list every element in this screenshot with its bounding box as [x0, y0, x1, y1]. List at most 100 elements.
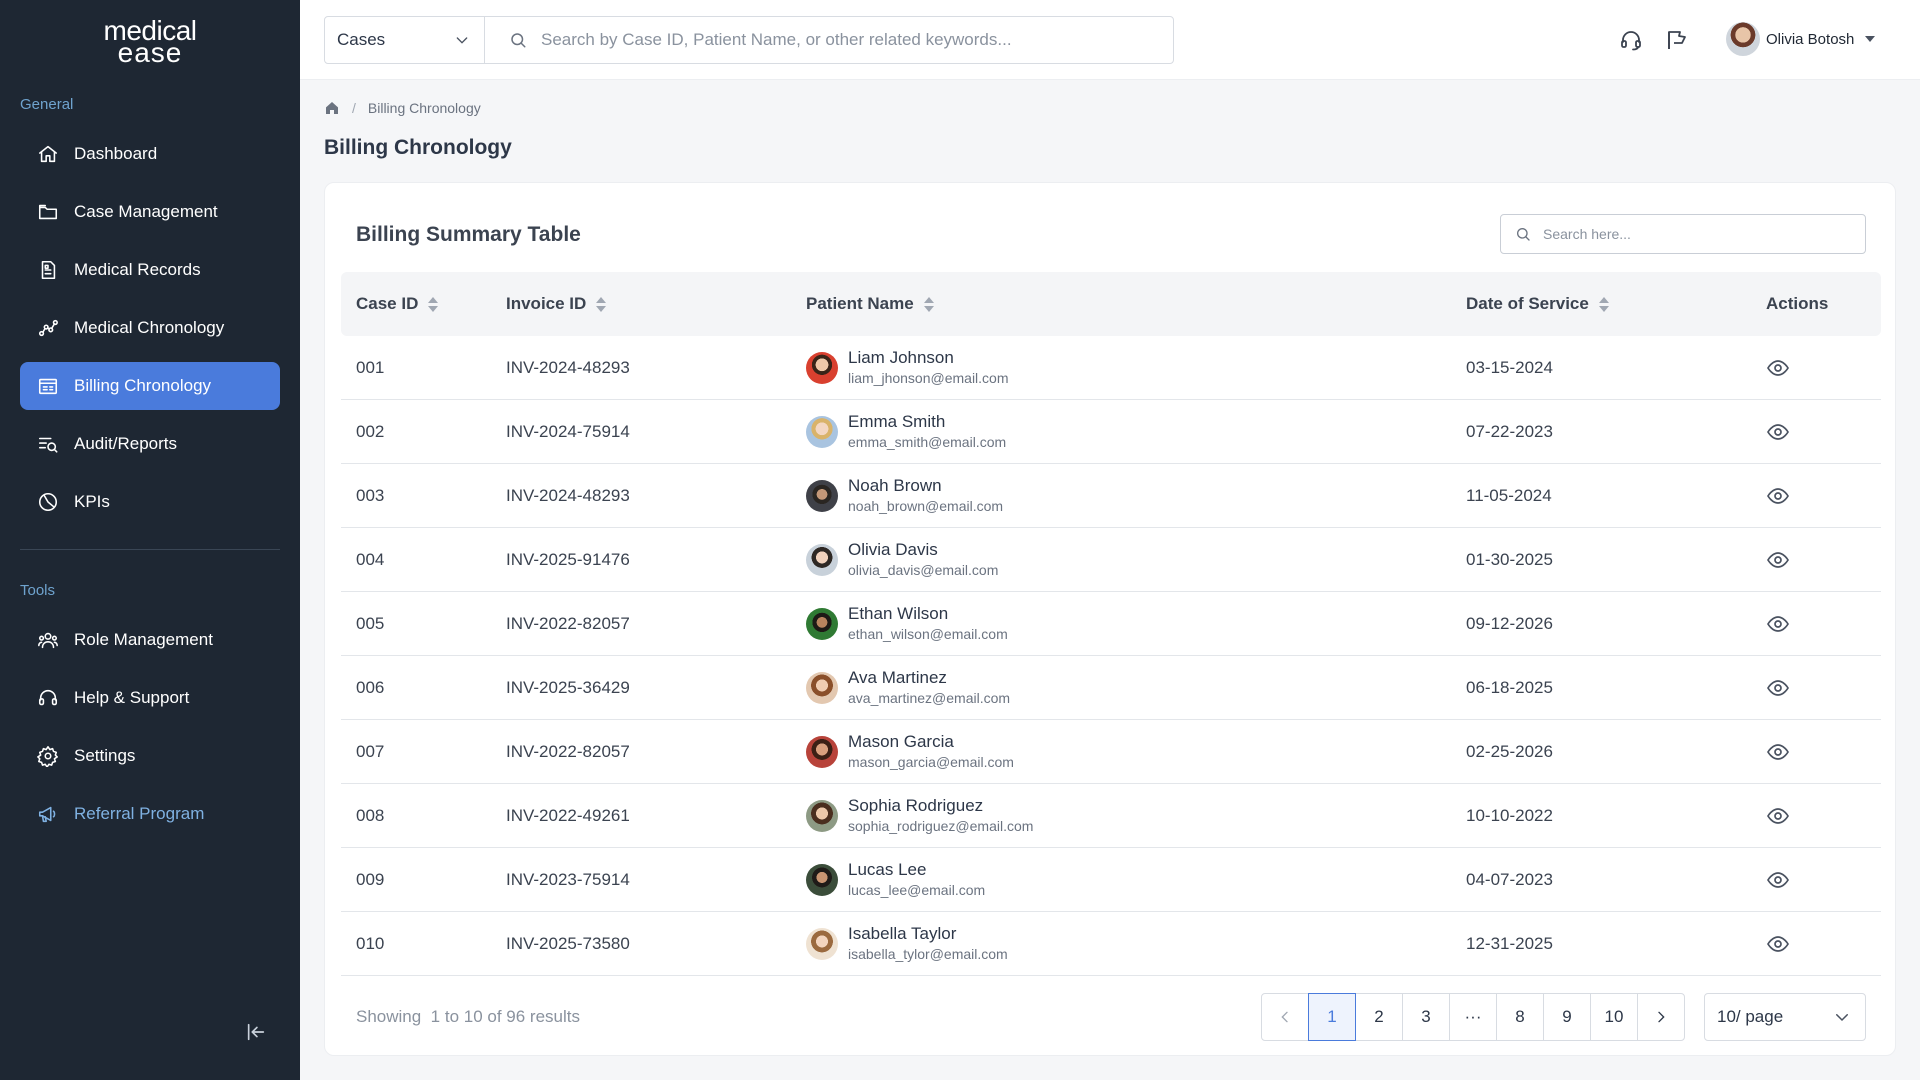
- chevron-down-icon: [1836, 1014, 1848, 1022]
- patient-email: olivia_davis@email.com: [848, 561, 999, 578]
- column-header-invoice-id[interactable]: Invoice ID: [506, 272, 607, 336]
- table-row: 009 INV-2023-75914 Lucas Lee lucas_lee@e…: [341, 848, 1881, 912]
- collapse-left-icon: [247, 1023, 265, 1041]
- patient-cell: Sophia Rodriguez sophia_rodriguez@email.…: [806, 784, 1033, 847]
- next-page-button[interactable]: [1637, 993, 1685, 1041]
- page-size-select[interactable]: 10/ page: [1704, 993, 1866, 1041]
- view-button[interactable]: [1766, 804, 1790, 828]
- patient-cell: Ava Martinez ava_martinez@email.com: [806, 656, 1010, 719]
- page-button[interactable]: 3: [1402, 993, 1450, 1041]
- sidebar-item-label: Settings: [74, 746, 136, 765]
- sidebar-item-audit-reports[interactable]: Audit/Reports: [20, 420, 280, 468]
- table-row: 010 INV-2025-73580 Isabella Taylor isabe…: [341, 912, 1881, 976]
- prev-page-button[interactable]: [1261, 993, 1309, 1041]
- patient-name: Sophia Rodriguez: [848, 795, 984, 815]
- sidebar-item-settings[interactable]: Settings: [20, 732, 280, 780]
- gear-icon: [37, 746, 58, 767]
- column-header-case-id[interactable]: Case ID: [356, 272, 439, 336]
- user-menu[interactable]: Olivia Botosh: [1726, 22, 1876, 56]
- table-search-input[interactable]: Search here...: [1500, 214, 1866, 254]
- date-of-service-cell: 10-10-2022: [1466, 805, 1553, 825]
- search-scope-select[interactable]: Cases: [325, 17, 485, 63]
- patient-email: noah_brown@email.com: [848, 497, 1004, 514]
- view-button[interactable]: [1766, 612, 1790, 636]
- actions-cell: [1766, 400, 1790, 463]
- actions-cell: [1766, 784, 1790, 847]
- breadcrumb: / Billing Chronology: [324, 100, 481, 116]
- patient-name: Emma Smith: [848, 411, 946, 431]
- patient-name: Noah Brown: [848, 475, 942, 495]
- sidebar-item-role-management[interactable]: Role Management: [20, 616, 280, 664]
- view-button[interactable]: [1766, 932, 1790, 956]
- feedback-button[interactable]: [1664, 27, 1690, 53]
- invoice-id-cell: INV-2025-36429: [506, 677, 630, 697]
- view-button[interactable]: [1766, 676, 1790, 700]
- patient-avatar: [806, 799, 838, 832]
- patient-avatar: [806, 607, 838, 640]
- pagination: 1 2 3 ··· 8 9 10: [1261, 993, 1685, 1041]
- sidebar-item-medical-chronology[interactable]: Medical Chronology: [20, 304, 280, 352]
- column-header-date-of-service[interactable]: Date of Service: [1466, 272, 1609, 336]
- view-button[interactable]: [1766, 484, 1790, 508]
- patient-cell: Liam Johnson liam_jhonson@email.com: [806, 336, 1009, 399]
- case-id-cell: 009: [356, 869, 385, 889]
- page-button[interactable]: 1: [1308, 993, 1356, 1041]
- actions-cell: [1766, 336, 1790, 399]
- megaphone-icon: [38, 806, 56, 823]
- page-button[interactable]: 10: [1590, 993, 1638, 1041]
- case-id-cell: 008: [356, 805, 385, 825]
- date-of-service-cell: 04-07-2023: [1466, 869, 1553, 889]
- app-logo[interactable]: medical ease: [0, 17, 300, 67]
- sidebar-item-kpis[interactable]: KPIs: [20, 478, 280, 526]
- view-button[interactable]: [1766, 548, 1790, 572]
- case-id-cell: 004: [356, 549, 385, 569]
- breadcrumb-home[interactable]: [324, 100, 340, 116]
- sort-icon[interactable]: [923, 296, 934, 312]
- sidebar-item-dashboard[interactable]: Dashboard: [20, 130, 280, 178]
- actions-cell: [1766, 912, 1790, 975]
- column-label: Actions: [1766, 294, 1829, 313]
- page-button[interactable]: 8: [1496, 993, 1544, 1041]
- patient-email: lucas_lee@email.com: [848, 881, 986, 898]
- view-button[interactable]: [1766, 420, 1790, 444]
- headset-icon: [38, 689, 58, 706]
- eye-icon: [1767, 743, 1789, 760]
- global-search-input[interactable]: Search by Case ID, Patient Name, or othe…: [485, 17, 1173, 63]
- page-button[interactable]: 2: [1355, 993, 1403, 1041]
- eye-icon: [1767, 423, 1789, 440]
- table-row: 001 INV-2024-48293 Liam Johnson liam_jho…: [341, 336, 1881, 400]
- sort-icon[interactable]: [1598, 296, 1609, 312]
- sidebar-item-billing-chronology[interactable]: Billing Chronology: [20, 362, 280, 410]
- search-scope-value: Cases: [337, 30, 386, 49]
- sidebar-item-referral-program[interactable]: Referral Program: [20, 790, 280, 838]
- patient-cell: Lucas Lee lucas_lee@email.com: [806, 848, 985, 911]
- column-header-patient-name[interactable]: Patient Name: [806, 272, 934, 336]
- patient-avatar: [806, 735, 838, 768]
- showing-range: 1 to 10 of 96 results: [430, 1007, 580, 1026]
- pagination-ellipsis[interactable]: ···: [1449, 993, 1497, 1041]
- date-of-service-cell: 03-15-2024: [1466, 357, 1553, 377]
- eye-icon: [1767, 487, 1789, 504]
- column-label: Patient Name: [806, 294, 914, 313]
- eye-icon: [1767, 807, 1789, 824]
- sidebar-divider: [20, 549, 280, 550]
- sidebar-item-help-support[interactable]: Help & Support: [20, 674, 280, 722]
- sort-icon[interactable]: [428, 296, 439, 312]
- view-button[interactable]: [1766, 356, 1790, 380]
- folder-icon: [38, 204, 58, 220]
- patient-name: Lucas Lee: [848, 859, 927, 879]
- sidebar-item-case-management[interactable]: Case Management: [20, 188, 280, 236]
- view-button[interactable]: [1766, 740, 1790, 764]
- page-button[interactable]: 9: [1543, 993, 1591, 1041]
- sort-icon[interactable]: [596, 296, 607, 312]
- patient-cell: Isabella Taylor isabella_tylor@email.com: [806, 912, 1008, 975]
- sidebar-item-label: Medical Records: [74, 260, 201, 279]
- view-button[interactable]: [1766, 868, 1790, 892]
- collapse-sidebar-button[interactable]: [242, 1018, 270, 1046]
- support-button[interactable]: [1618, 27, 1644, 53]
- date-of-service-cell: 07-22-2023: [1466, 421, 1553, 441]
- sidebar-item-medical-records[interactable]: Medical Records: [20, 246, 280, 294]
- patient-email: emma_smith@email.com: [848, 433, 1007, 450]
- actions-cell: [1766, 464, 1790, 527]
- patient-name: Ava Martinez: [848, 667, 947, 687]
